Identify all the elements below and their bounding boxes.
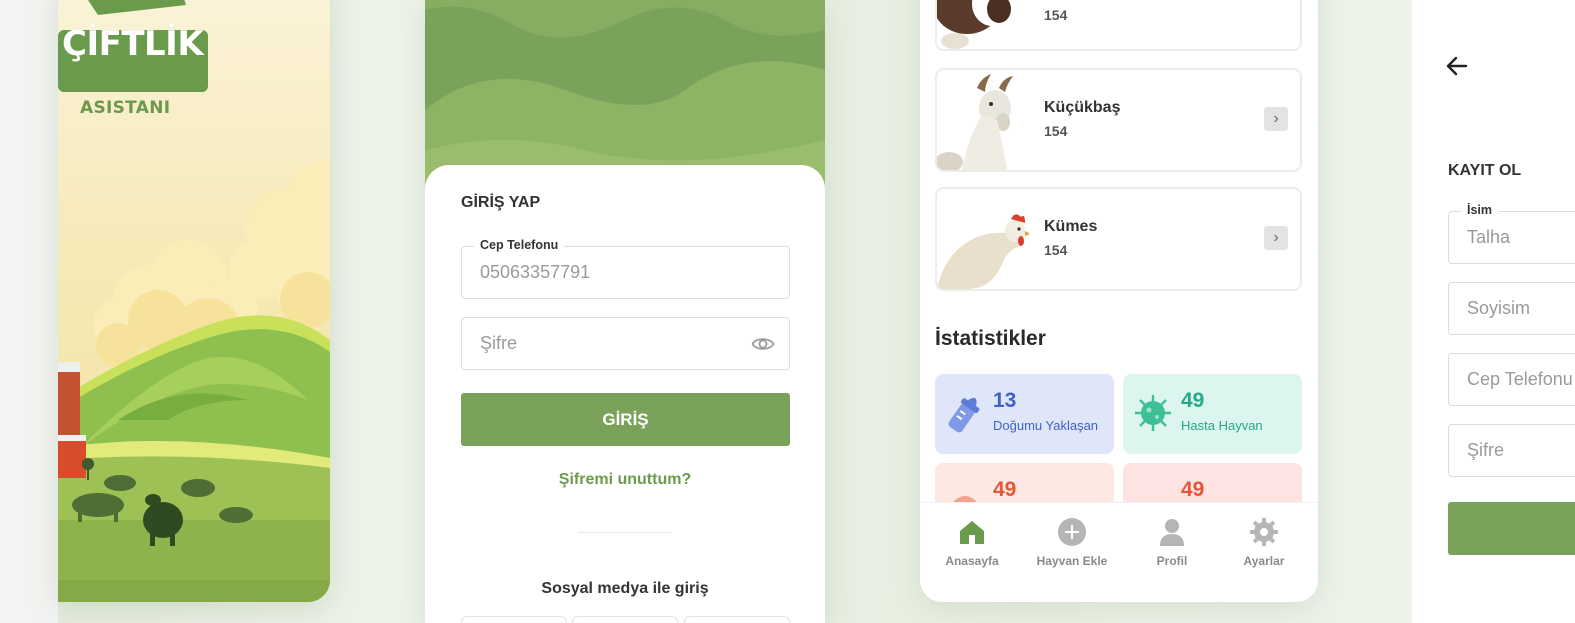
chevron-right-icon[interactable]: › [1264, 226, 1288, 250]
forgot-password-link[interactable]: Şifremi unuttum? [425, 471, 825, 489]
tab-label: Profil [1156, 554, 1188, 568]
tab-settings[interactable]: Ayarlar [1224, 517, 1304, 568]
register-screen: KAYIT OL İsim Talha Soyisim Cep Telefonu… [1412, 0, 1575, 623]
stat-label: Hasta Hayvan [1181, 418, 1263, 433]
user-icon [1160, 519, 1184, 546]
goat-image [937, 70, 1029, 170]
phone-field-label: Cep Telefonu [474, 238, 565, 252]
login-title: GİRİŞ YAP [461, 194, 541, 211]
logo-title: ÇİFTLİK [62, 24, 204, 64]
animal-count: 154 [1044, 123, 1068, 139]
stat-birth-soon[interactable]: 13 Doğumu Yaklaşan [935, 374, 1114, 454]
phone-field-value: 05063357791 [480, 262, 591, 282]
tab-label: Hayvan Ekle [1036, 554, 1108, 568]
social-button-2[interactable] [572, 616, 678, 623]
surname-field[interactable]: Soyisim [1448, 282, 1575, 335]
stat-label: Doğumu Yaklaşan [993, 418, 1099, 433]
password-placeholder: Şifre [480, 333, 518, 353]
gear-icon [1250, 518, 1278, 546]
register-phone-placeholder: Cep Telefonu [1467, 369, 1573, 389]
animal-card-kucukbas[interactable]: Küçükbaş 154 › [935, 68, 1302, 172]
login-card: GİRİŞ YAP Cep Telefonu 05063357791 Şifre… [425, 165, 825, 623]
stat-sick-animal[interactable]: 49 Hasta Hayvan [1123, 374, 1302, 454]
cow-image [937, 0, 1029, 49]
tab-add-animal[interactable]: Hayvan Ekle [1032, 517, 1112, 568]
animal-name: Küçükbaş [1044, 99, 1121, 116]
tab-home[interactable]: Anasayfa [932, 517, 1012, 568]
social-button-1[interactable] [461, 616, 567, 623]
back-arrow-icon[interactable] [1446, 55, 1468, 82]
splash-screen: ÇİFTLİK ASISTANI [58, 0, 330, 602]
register-password-placeholder: Şifre [1467, 440, 1505, 460]
animal-count: 154 [1044, 242, 1068, 258]
eye-icon[interactable] [751, 332, 775, 361]
social-login-label: Sosyal medya ile giriş [541, 580, 709, 597]
farm-illustration [58, 0, 330, 602]
plus-circle-icon [1058, 518, 1086, 546]
chevron-right-icon[interactable]: › [1264, 107, 1288, 131]
bottom-tab-bar: Anasayfa Hayvan Ekle Profil Ayarlar [920, 502, 1318, 602]
divider [578, 532, 672, 533]
surname-placeholder: Soyisim [1467, 298, 1531, 318]
virus-icon [1135, 395, 1171, 431]
tab-label: Ayarlar [1243, 554, 1285, 568]
home-screen: 154 › Küçükbaş 154 › Kümes 154 › [920, 0, 1318, 602]
register-password-field[interactable]: Şifre [1448, 424, 1575, 477]
login-button[interactable]: GİRİŞ [461, 393, 790, 446]
phone-field[interactable]: Cep Telefonu 05063357791 [461, 238, 790, 299]
stat-value: 49 [993, 478, 1017, 501]
name-field[interactable]: İsim Talha [1448, 203, 1575, 264]
password-field[interactable]: Şifre [461, 317, 790, 370]
stat-value: 49 [1181, 478, 1205, 501]
login-screen: GİRİŞ YAP Cep Telefonu 05063357791 Şifre… [425, 0, 825, 623]
tab-label: Anasayfa [945, 554, 999, 568]
home-icon [960, 521, 984, 544]
animal-card-kumes[interactable]: Kümes 154 › [935, 187, 1302, 291]
logo-subtitle: ASISTANI [80, 98, 171, 118]
chicken-image [937, 189, 1029, 289]
stats-title: İstatistikler [935, 327, 1046, 350]
baby-bottle-icon [948, 397, 980, 433]
name-field-value: Talha [1467, 227, 1511, 247]
stat-value: 49 [1181, 389, 1205, 412]
register-button[interactable] [1448, 502, 1575, 555]
register-title: KAYIT OL [1448, 162, 1522, 179]
tab-profile[interactable]: Profil [1132, 517, 1212, 568]
social-button-3[interactable] [684, 616, 790, 623]
register-phone-field[interactable]: Cep Telefonu [1448, 353, 1575, 406]
animal-card-partial[interactable]: 154 › [935, 0, 1302, 51]
stat-value: 13 [993, 389, 1017, 412]
name-field-label: İsim [1461, 203, 1499, 217]
animal-name: Kümes [1044, 218, 1098, 235]
animal-count: 154 [1044, 7, 1068, 23]
